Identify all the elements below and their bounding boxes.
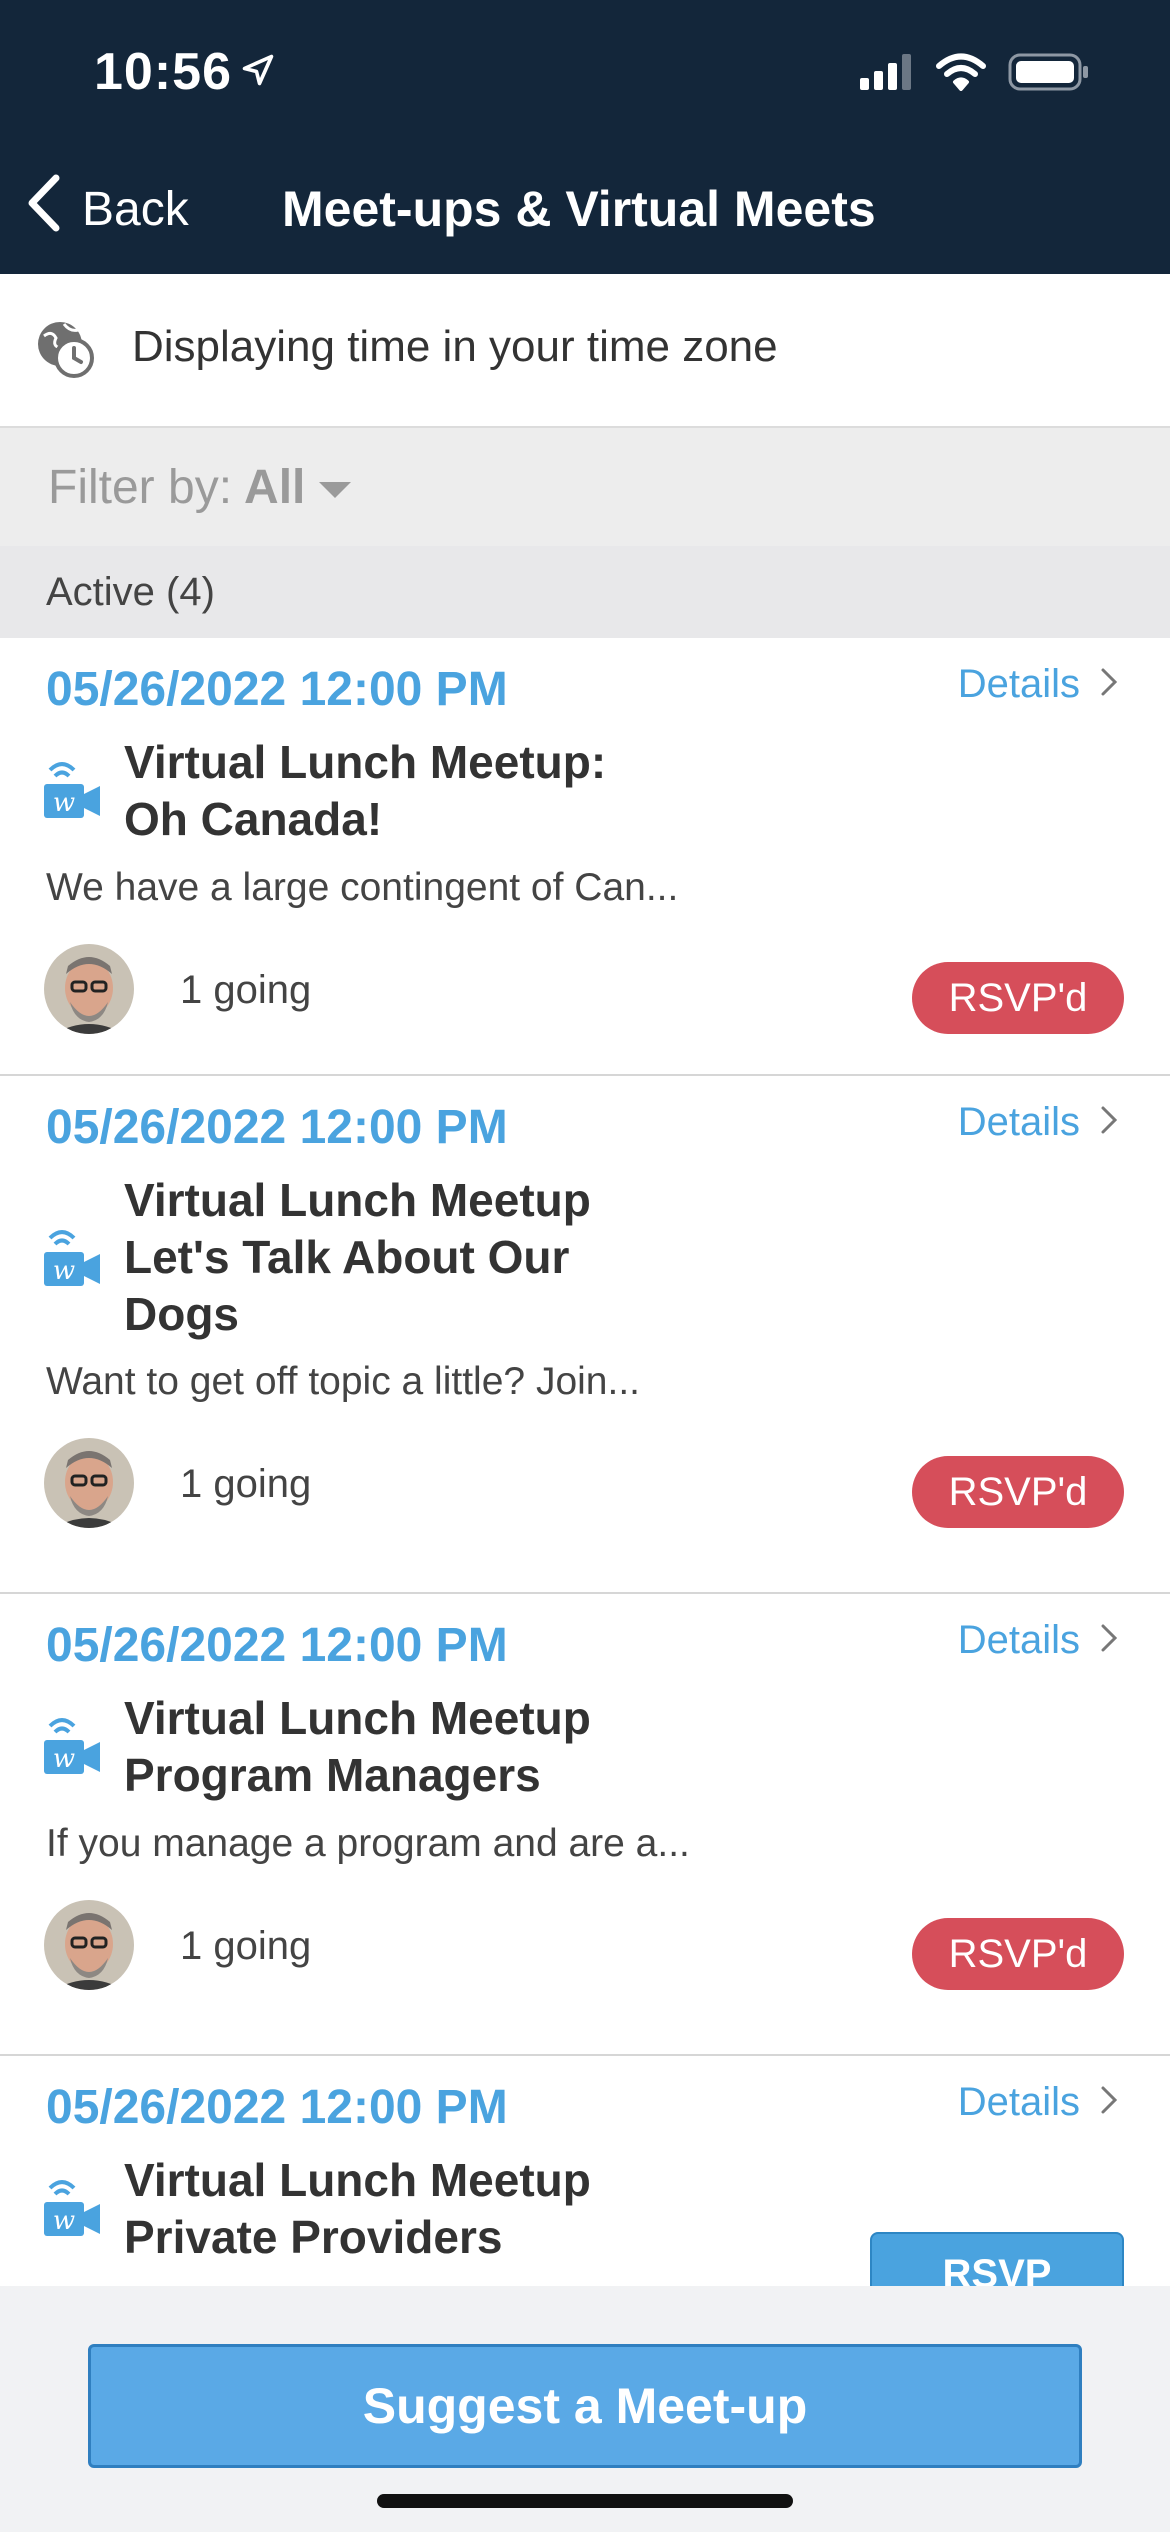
attendee-count: 1 going [180,1924,312,1968]
status-bar: 10:56 [0,0,1170,150]
event-datetime: 05/26/2022 12:00 PM [46,1619,508,1672]
details-link[interactable]: Details [958,662,1118,707]
svg-text:w: w [53,1256,75,1286]
battery-icon [1008,52,1090,97]
rsvp-status-badge[interactable]: RSVP'd [912,962,1124,1034]
suggest-meetup-button[interactable]: Suggest a Meet-up [88,2344,1082,2468]
rsvp-status-badge[interactable]: RSVP'd [912,1918,1124,1990]
status-time: 10:56 [94,43,232,101]
event-title: Virtual Lunch Meetup Program Managers [124,1692,591,1801]
chevron-right-icon [1080,1100,1118,1145]
page-title: Meet-ups & Virtual Meets [282,181,876,237]
avatar [44,1438,134,1528]
timezone-notice: Displaying time in your time zone [0,274,1170,428]
details-label: Details [957,2080,1080,2124]
svg-text:w: w [53,788,75,818]
virtual-meet-icon: w [42,1224,102,1301]
event-card[interactable]: 05/26/2022 12:00 PM Details w Virtual Lu… [0,1076,1170,1594]
rsvp-status-badge[interactable]: RSVP'd [912,1456,1124,1528]
avatar [44,1900,134,1990]
svg-text:w: w [53,1744,75,1774]
details-link[interactable]: Details [958,2080,1118,2125]
event-list: 05/26/2022 12:00 PM Details w Virtual Lu… [0,638,1170,2356]
chevron-right-icon [1080,2080,1118,2125]
avatar [44,944,134,1034]
virtual-meet-icon: w [42,2174,102,2251]
event-description: We have a large contingent of Can... [46,866,679,909]
virtual-meet-icon: w [42,1712,102,1789]
timezone-text: Displaying time in your time zone [132,322,778,371]
globe-clock-icon [34,318,96,385]
chevron-right-icon [1080,662,1118,707]
details-link[interactable]: Details [958,1100,1118,1145]
details-link[interactable]: Details [958,1618,1118,1663]
caret-down-icon [319,481,352,498]
attendee-count: 1 going [180,968,312,1012]
chevron-right-icon [1080,1618,1118,1663]
filter-label: Filter by: [48,461,233,514]
details-label: Details [957,1618,1080,1662]
event-card[interactable]: 05/26/2022 12:00 PM Details w Virtual Lu… [0,638,1170,1076]
event-datetime: 05/26/2022 12:00 PM [46,1101,508,1154]
details-label: Details [957,662,1080,706]
details-label: Details [957,1100,1080,1144]
event-title: Virtual Lunch Meetup Let's Talk About Ou… [124,1174,591,1340]
chevron-left-icon [24,174,82,244]
event-card[interactable]: 05/26/2022 12:00 PM Details w Virtual Lu… [0,1594,1170,2056]
event-title: Virtual Lunch Meetup Private Providers [124,2154,591,2263]
svg-text:w: w [53,2206,75,2236]
section-label: Active (4) [46,570,215,614]
status-indicators [860,52,1090,97]
event-datetime: 05/26/2022 12:00 PM [46,2081,508,2134]
filter-bar: Filter by: All [0,428,1170,546]
section-header: Active (4) [0,546,1170,638]
navigation-bar: Back Meet-ups & Virtual Meets [0,150,1170,274]
event-title: Virtual Lunch Meetup: Oh Canada! [124,736,607,845]
event-datetime: 05/26/2022 12:00 PM [46,663,508,716]
event-description: Want to get off topic a little? Join... [46,1360,640,1403]
attendee-count: 1 going [180,1462,312,1506]
event-description: If you manage a program and are a... [46,1822,690,1865]
filter-value: All [244,461,306,514]
back-label: Back [82,182,189,236]
filter-dropdown[interactable]: Filter by: All [48,460,352,515]
wifi-icon [936,53,986,96]
signal-icon [860,54,914,95]
virtual-meet-icon: w [42,756,102,833]
home-indicator[interactable] [377,2494,793,2508]
back-button[interactable]: Back [24,174,189,244]
location-arrow-icon [240,52,276,93]
